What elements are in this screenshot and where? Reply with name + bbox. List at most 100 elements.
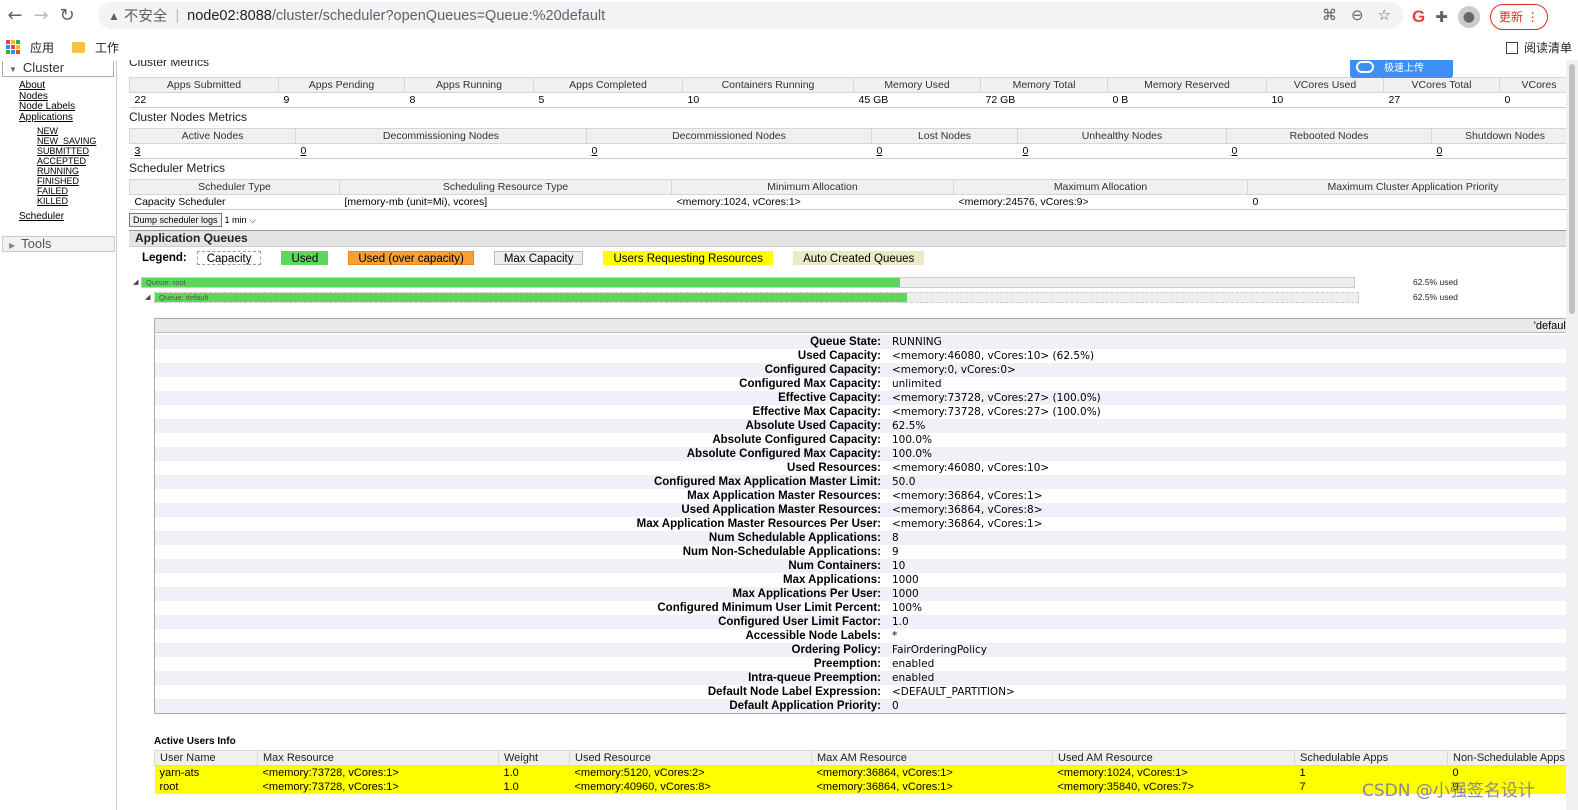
upload-widget[interactable]: 极速上传 (1350, 60, 1453, 78)
col-header[interactable]: Used Resource (569, 750, 812, 766)
url-host: node02:8088 (187, 7, 272, 24)
queue-detail-key: Used Capacity: (797, 350, 881, 362)
col-header[interactable]: Max Resource (257, 750, 499, 766)
legend-users-requesting: Users Requesting Resources (603, 251, 774, 265)
queue-detail-key: Num Non-Schedulable Applications: (682, 546, 881, 558)
extensions-icon[interactable]: ✚ (1435, 8, 1448, 26)
bookmark-work[interactable]: 工作 (72, 39, 119, 56)
queue-detail-value: unlimited (892, 378, 942, 390)
col-header[interactable]: Apps Running (404, 77, 534, 93)
google-icon[interactable]: G (1412, 7, 1425, 27)
sidebar-state-new[interactable]: NEW (37, 126, 116, 136)
zoom-icon[interactable]: ⊖ (1351, 6, 1364, 24)
col-header[interactable]: Active Nodes (129, 128, 296, 144)
queue-detail-key: Effective Max Capacity: (752, 406, 881, 418)
sidebar-state-failed[interactable]: FAILED (37, 186, 116, 196)
col-header[interactable]: User Name (154, 750, 258, 766)
decommissioning-nodes-link[interactable]: 0 (301, 145, 307, 157)
sidebar-link-about[interactable]: About (19, 80, 116, 92)
metric-value: 10 (1266, 92, 1384, 108)
sidebar-state-killed[interactable]: KILLED (37, 196, 116, 206)
sidebar-state-running[interactable]: RUNNING (37, 166, 116, 176)
expand-default-icon[interactable]: ◢ (145, 293, 150, 301)
col-header[interactable]: Containers Running (682, 77, 854, 93)
metric-value: 0 B (1107, 92, 1267, 108)
sidebar-link-node-labels[interactable]: Node Labels (19, 101, 116, 113)
col-header[interactable]: Unhealthy Nodes (1017, 128, 1227, 144)
queue-root-bar[interactable]: Queue: root (141, 277, 1355, 288)
queue-detail-key: Configured Capacity: (764, 364, 881, 376)
col-header[interactable]: VCores Used (1266, 77, 1384, 93)
col-header[interactable]: Apps Submitted (129, 77, 279, 93)
sidebar-link-applications[interactable]: Applications (19, 112, 116, 124)
col-header[interactable]: Non-Schedulable Apps (1447, 750, 1578, 766)
col-header[interactable]: Lost Nodes (871, 128, 1018, 144)
col-header[interactable]: Maximum Allocation (953, 179, 1248, 195)
sidebar-tools-header[interactable]: ▶ Tools (2, 236, 115, 252)
col-header[interactable]: Memory Total (980, 77, 1108, 93)
reload-icon[interactable]: ↻ (56, 5, 78, 27)
lost-nodes-link[interactable]: 0 (877, 145, 883, 157)
scrollbar-thumb[interactable] (1569, 64, 1575, 314)
sidebar-cluster-header[interactable]: ▼ Cluster (2, 61, 114, 77)
queue-detail-key: Default Application Priority: (729, 700, 881, 712)
col-header[interactable]: Used AM Resource (1052, 750, 1295, 766)
col-header[interactable]: Apps Pending (278, 77, 405, 93)
star-icon[interactable]: ☆ (1378, 6, 1391, 24)
address-bar[interactable]: ▲ 不安全 | node02:8088 /cluster/scheduler?o… (98, 2, 1403, 29)
queue-detail-value: <DEFAULT_PARTITION> (892, 686, 1015, 698)
col-header[interactable]: Shutdown Nodes (1431, 128, 1578, 144)
queue-root-label: Queue: root (146, 278, 186, 287)
metric-value: 27 (1383, 92, 1500, 108)
queue-details-rows: Queue State: RUNNING Used Capacity: <memory… (155, 333, 1577, 713)
queue-detail-row: Intra-queue Preemption: enabled (155, 671, 1577, 685)
col-header[interactable]: Rebooted Nodes (1226, 128, 1432, 144)
forward-icon[interactable]: → (30, 5, 52, 27)
sidebar-state-new-saving[interactable]: NEW_SAVING (37, 136, 116, 146)
profile-avatar[interactable]: ● (1457, 6, 1480, 28)
back-icon[interactable]: ← (4, 5, 26, 27)
rebooted-nodes-link[interactable]: 0 (1232, 145, 1238, 157)
sidebar-link-scheduler[interactable]: Scheduler (19, 211, 116, 223)
warning-icon: ▲ (108, 8, 120, 23)
queue-detail-row: Effective Capacity: <memory:73728, vCores… (155, 391, 1577, 405)
col-header[interactable]: Memory Used (853, 77, 981, 93)
cell: <memory:73728, vCores:1> (257, 765, 499, 780)
decommissioned-nodes-link[interactable]: 0 (592, 145, 598, 157)
expand-root-icon[interactable]: ◢ (133, 278, 138, 286)
shutdown-nodes-link[interactable]: 0 (1437, 145, 1443, 157)
dump-interval-select[interactable]: 1 min ⌵ (225, 215, 256, 226)
cell: 1.0 (498, 779, 570, 794)
sidebar-state-accepted[interactable]: ACCEPTED (37, 156, 116, 166)
col-header[interactable]: Maximum Cluster Application Priority (1247, 179, 1578, 195)
col-header[interactable]: VCores Total (1383, 77, 1500, 93)
cloud-icon (1356, 60, 1374, 73)
col-header[interactable]: Apps Completed (533, 77, 683, 93)
col-header[interactable]: Scheduler Type (129, 179, 340, 195)
queue-detail-value: 10 (892, 560, 906, 572)
col-header[interactable]: Memory Reserved (1107, 77, 1267, 93)
sidebar-state-finished[interactable]: FINISHED (37, 176, 116, 186)
vertical-scrollbar[interactable] (1566, 60, 1578, 810)
active-nodes-link[interactable]: 3 (135, 145, 141, 157)
col-header[interactable]: Max AM Resource (811, 750, 1053, 766)
queue-detail-key: Num Containers: (788, 560, 881, 572)
col-header[interactable]: Decommissioning Nodes (295, 128, 587, 144)
unhealthy-nodes-link[interactable]: 0 (1023, 145, 1029, 157)
dump-scheduler-logs-button[interactable]: Dump scheduler logs (129, 213, 222, 227)
queue-default-bar[interactable]: Queue: default (154, 292, 1359, 303)
translate-icon[interactable]: ⌘ (1322, 6, 1337, 24)
col-header[interactable]: Schedulable Apps (1294, 750, 1448, 766)
sidebar-state-submitted[interactable]: SUBMITTED (37, 146, 116, 156)
bookmark-apps[interactable]: 应用 (6, 39, 54, 56)
col-header[interactable]: Minimum Allocation (671, 179, 954, 195)
col-header[interactable]: Weight (498, 750, 570, 766)
queue-detail-key: Absolute Configured Max Capacity: (686, 448, 881, 460)
reading-list[interactable]: 阅读清单 (1505, 39, 1572, 56)
queue-detail-value: 50.0 (892, 476, 916, 488)
col-header[interactable]: Scheduling Resource Type (339, 179, 672, 195)
col-header[interactable]: Decommissioned Nodes (586, 128, 872, 144)
update-button[interactable]: 更新 ⋮ (1489, 4, 1548, 30)
metric-value: 5 (533, 92, 683, 108)
queue-detail-row: Configured Max Application Master Limit:… (155, 475, 1577, 489)
